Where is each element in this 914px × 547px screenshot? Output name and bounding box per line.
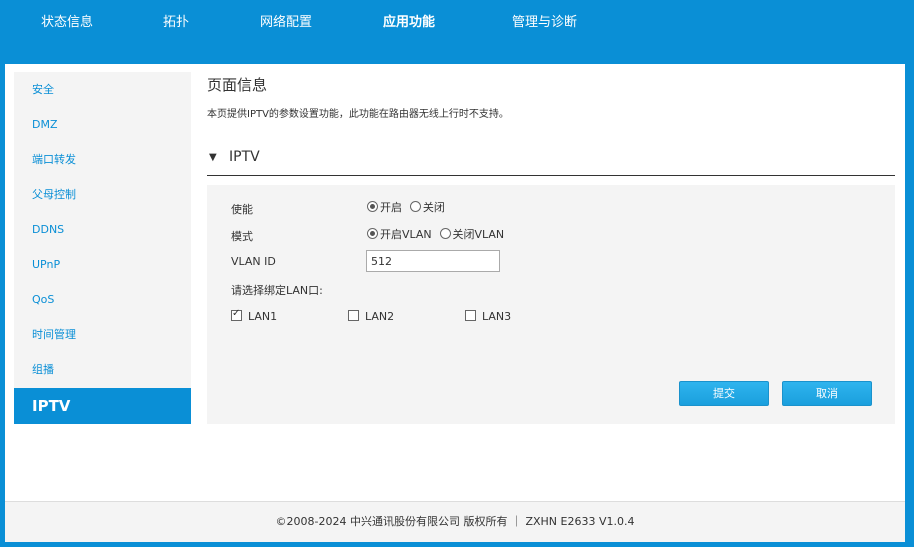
sidebar-item-time-management[interactable]: 时间管理 xyxy=(14,317,191,352)
section-header[interactable]: ▼ IPTV xyxy=(207,148,895,176)
lan3-checkbox-item[interactable]: LAN3 xyxy=(465,309,511,323)
sidebar-item-parental-control[interactable]: 父母控制 xyxy=(14,177,191,212)
submit-button[interactable]: 提交 xyxy=(679,381,769,406)
iptv-form: 使能 开启 关闭 模式 开启VLAN 关闭VLAN VLAN ID 请选择绑定L… xyxy=(207,185,895,424)
lan1-label: LAN1 xyxy=(248,310,278,323)
sidebar-item-security[interactable]: 安全 xyxy=(14,72,191,107)
vlan-off-radio[interactable] xyxy=(439,228,451,239)
enable-on-label: 开启 xyxy=(380,201,402,214)
top-nav: 状态信息 拓扑 网络配置 应用功能 管理与诊断 xyxy=(0,0,914,64)
footer: ©2008-2024 中兴通讯股份有限公司 版权所有 ｜ ZXHN E2633 … xyxy=(5,501,905,542)
nav-applications[interactable]: 应用功能 xyxy=(383,13,435,33)
section-title: IPTV xyxy=(229,149,260,165)
sidebar: 安全 DMZ 端口转发 父母控制 DDNS UPnP QoS 时间管理 组播 I… xyxy=(14,72,191,424)
lan2-checkbox-item[interactable]: LAN2 xyxy=(348,309,394,323)
sidebar-item-ddns[interactable]: DDNS xyxy=(14,212,191,247)
enable-off-label: 关闭 xyxy=(422,201,445,214)
lan1-checkbox[interactable] xyxy=(231,308,242,321)
nav-network-config[interactable]: 网络配置 xyxy=(260,13,312,33)
bind-lan-label: 请选择绑定LAN口: xyxy=(231,284,323,297)
cancel-button[interactable]: 取消 xyxy=(782,381,872,406)
vlan-id-input[interactable] xyxy=(366,250,500,272)
sidebar-item-upnp[interactable]: UPnP xyxy=(14,247,191,282)
enable-radio-group: 开启 关闭 xyxy=(367,199,449,215)
lan3-label: LAN3 xyxy=(482,310,512,323)
page-description: 本页提供IPTV的参数设置功能，此功能在路由器无线上行时不支持。 xyxy=(207,109,509,120)
enable-label: 使能 xyxy=(231,203,253,216)
sidebar-item-port-forwarding[interactable]: 端口转发 xyxy=(14,142,191,177)
nav-management[interactable]: 管理与诊断 xyxy=(512,13,577,33)
lan3-checkbox[interactable] xyxy=(465,310,476,321)
enable-off-radio[interactable] xyxy=(409,201,421,212)
sidebar-item-qos[interactable]: QoS xyxy=(14,282,191,317)
nav-topology[interactable]: 拓扑 xyxy=(163,13,189,33)
enable-on-radio[interactable] xyxy=(367,201,378,212)
sidebar-item-dmz[interactable]: DMZ xyxy=(14,107,191,142)
page-title: 页面信息 xyxy=(207,76,268,94)
vlan-on-radio[interactable] xyxy=(367,228,378,239)
nav-status[interactable]: 状态信息 xyxy=(41,13,93,33)
collapse-arrow-icon[interactable]: ▼ xyxy=(209,152,217,163)
mode-radio-group: 开启VLAN 关闭VLAN xyxy=(367,226,508,242)
lan2-checkbox[interactable] xyxy=(348,310,359,321)
main-panel: 安全 DMZ 端口转发 父母控制 DDNS UPnP QoS 时间管理 组播 I… xyxy=(5,64,905,542)
sidebar-item-iptv[interactable]: IPTV xyxy=(14,388,191,424)
vlan-on-label: 开启VLAN xyxy=(380,228,432,241)
vlan-off-label: 关闭VLAN xyxy=(452,228,505,241)
vlan-id-label: VLAN ID xyxy=(231,255,276,268)
lan1-checkbox-item[interactable]: LAN1 xyxy=(231,308,278,323)
sidebar-item-multicast[interactable]: 组播 xyxy=(14,352,191,387)
lan2-label: LAN2 xyxy=(365,310,395,323)
mode-label: 模式 xyxy=(231,230,253,243)
